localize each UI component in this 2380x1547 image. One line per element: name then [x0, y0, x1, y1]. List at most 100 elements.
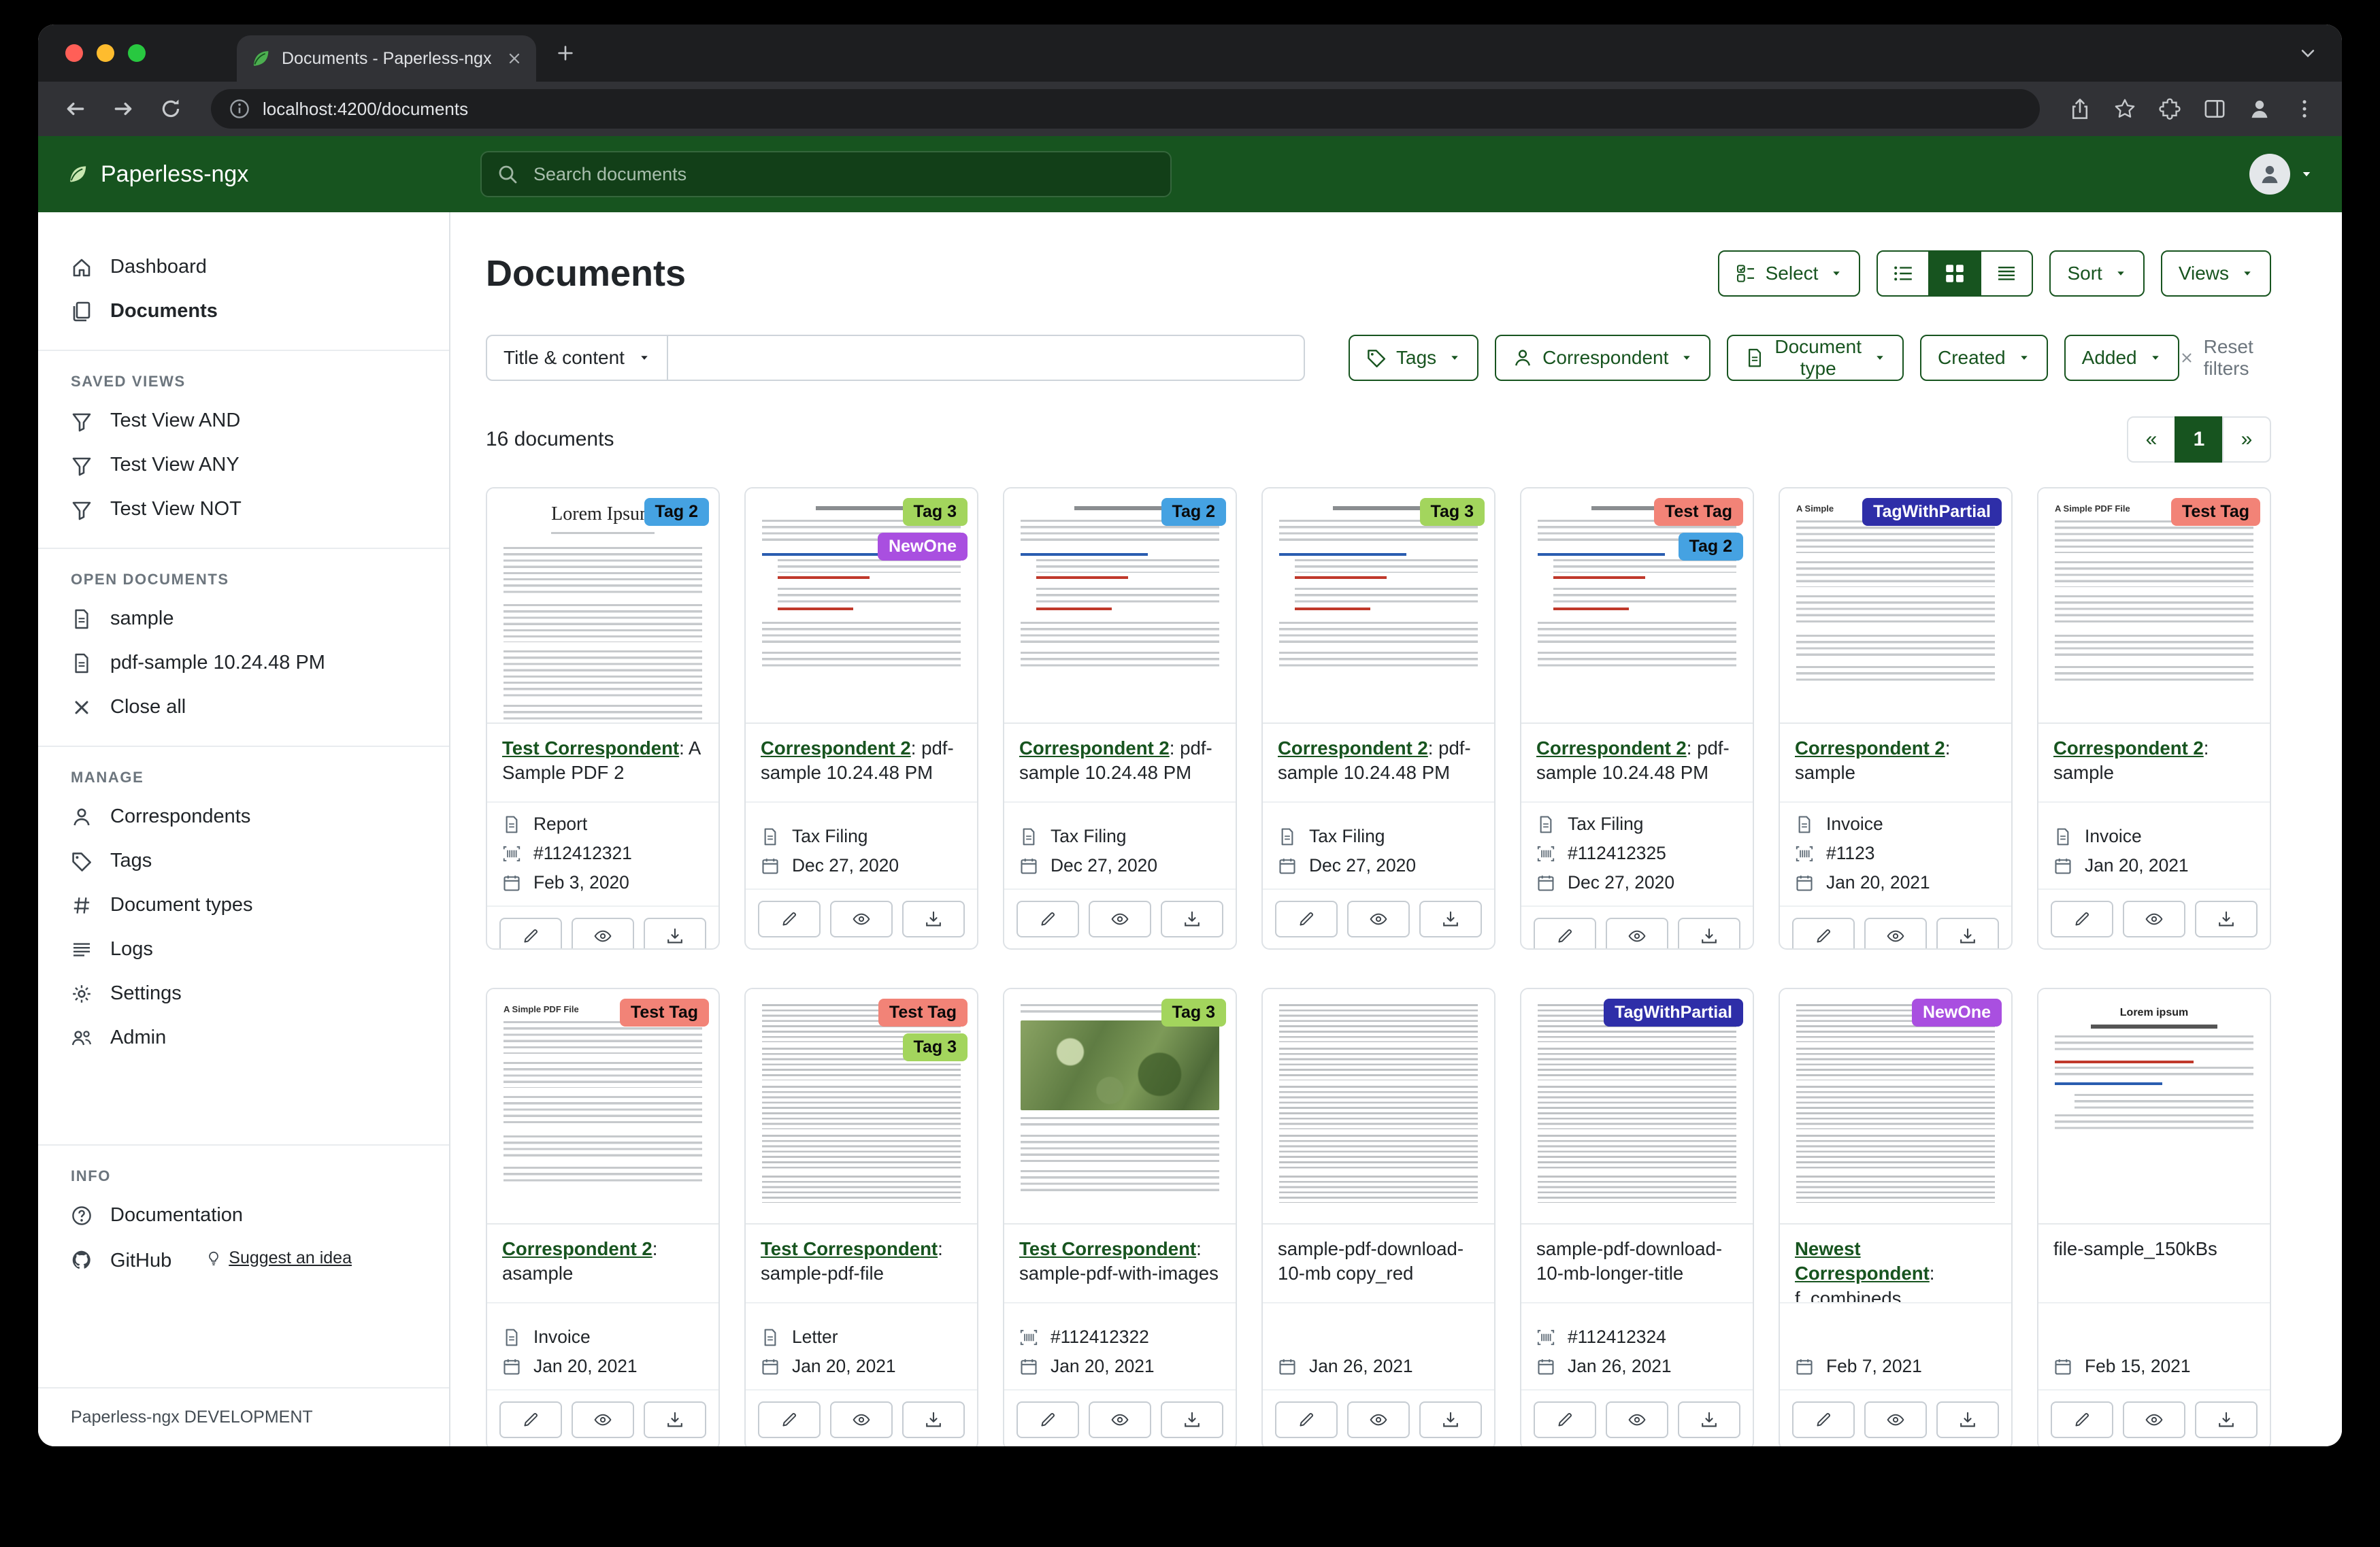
filter-created-button[interactable]: Created: [1920, 335, 2048, 381]
view-document-button[interactable]: [1089, 1401, 1151, 1438]
correspondent-link[interactable]: Correspondent 2: [502, 1238, 652, 1259]
download-document-button[interactable]: [1678, 1401, 1740, 1438]
download-document-button[interactable]: [1936, 1401, 1999, 1438]
reset-filters-button[interactable]: Reset filters: [2179, 336, 2271, 380]
document-thumbnail[interactable]: Tag 3: [1263, 488, 1494, 724]
edit-document-button[interactable]: [499, 918, 562, 950]
document-thumbnail[interactable]: Lorem ipsum: [2038, 989, 2270, 1225]
browser-menu-button[interactable]: [2286, 90, 2323, 127]
edit-document-button[interactable]: [1792, 1401, 1855, 1438]
correspondent-link[interactable]: Correspondent 2: [2053, 737, 2204, 759]
filter-added-button[interactable]: Added: [2064, 335, 2179, 381]
download-document-button[interactable]: [2195, 1401, 2258, 1438]
tag-badge[interactable]: Tag 2: [644, 498, 709, 526]
tag-badge[interactable]: Tag 2: [1679, 533, 1743, 561]
edit-document-button[interactable]: [1017, 1401, 1079, 1438]
title-content-dropdown[interactable]: Title & content: [486, 335, 668, 381]
back-button[interactable]: [57, 90, 94, 127]
view-document-button[interactable]: [572, 918, 634, 950]
correspondent-link[interactable]: Correspondent 2: [761, 737, 911, 759]
tag-badge[interactable]: TagWithPartial: [1862, 498, 2002, 526]
previous-page-button[interactable]: «: [2127, 416, 2176, 463]
download-document-button[interactable]: [1678, 918, 1740, 950]
forward-button[interactable]: [105, 90, 142, 127]
detail-view-button[interactable]: [1980, 250, 2033, 297]
download-document-button[interactable]: [2195, 901, 2258, 937]
profile-button[interactable]: [2241, 90, 2278, 127]
tag-badge[interactable]: Test Tag: [878, 999, 968, 1027]
browser-tab[interactable]: Documents - Paperless-ngx: [237, 35, 536, 82]
edit-document-button[interactable]: [2051, 1401, 2113, 1438]
download-document-button[interactable]: [1161, 1401, 1223, 1438]
view-document-button[interactable]: [1089, 901, 1151, 937]
download-document-button[interactable]: [1936, 918, 1999, 950]
document-card-title[interactable]: Correspondent 2: pdf-sample 10.24.48 PM: [1263, 724, 1494, 803]
address-bar[interactable]: localhost:4200/documents: [211, 89, 2040, 129]
view-document-button[interactable]: [1606, 1401, 1668, 1438]
document-card-title[interactable]: sample-pdf-download-10-mb-longer-title: [1521, 1225, 1753, 1303]
view-document-button[interactable]: [1347, 1401, 1410, 1438]
sort-button[interactable]: Sort: [2049, 250, 2144, 297]
document-thumbnail[interactable]: NewOne: [1780, 989, 2011, 1225]
download-document-button[interactable]: [1161, 901, 1223, 937]
extensions-button[interactable]: [2151, 90, 2188, 127]
side-panel-button[interactable]: [2196, 90, 2233, 127]
filter-document-type-button[interactable]: Document type: [1727, 335, 1904, 381]
download-document-button[interactable]: [1419, 1401, 1482, 1438]
view-document-button[interactable]: [2123, 901, 2185, 937]
grid-view-button[interactable]: [1928, 250, 1981, 297]
edit-document-button[interactable]: [1017, 901, 1079, 937]
sidebar-item-document-types[interactable]: Document types: [38, 883, 449, 927]
document-thumbnail[interactable]: TagWithPartial: [1521, 989, 1753, 1225]
edit-document-button[interactable]: [1534, 1401, 1596, 1438]
document-thumbnail[interactable]: Lorem IpsumTag 2: [487, 488, 718, 724]
edit-document-button[interactable]: [1792, 918, 1855, 950]
view-document-button[interactable]: [1864, 918, 1927, 950]
download-document-button[interactable]: [902, 901, 965, 937]
document-card-title[interactable]: Correspondent 2: sample: [1780, 724, 2011, 803]
document-thumbnail[interactable]: Tag 3: [1004, 989, 1236, 1225]
filter-query-input[interactable]: [668, 335, 1305, 381]
correspondent-link[interactable]: Test Correspondent: [502, 737, 679, 759]
new-tab-button[interactable]: [555, 43, 576, 63]
document-card-title[interactable]: Test Correspondent: sample-pdf-with-imag…: [1004, 1225, 1236, 1303]
tag-badge[interactable]: Tag 3: [903, 498, 968, 526]
correspondent-link[interactable]: Correspondent 2: [1278, 737, 1428, 759]
close-tab-button[interactable]: [506, 50, 523, 67]
document-card-title[interactable]: file-sample_150kBs: [2038, 1225, 2270, 1303]
document-thumbnail[interactable]: Tag 3 NewOne: [746, 488, 977, 724]
document-thumbnail[interactable]: A SimpleTagWithPartial: [1780, 488, 2011, 724]
sidebar-item-tags[interactable]: Tags: [38, 839, 449, 883]
tag-badge[interactable]: Test Tag: [2171, 498, 2260, 526]
tag-badge[interactable]: NewOne: [878, 533, 968, 561]
filter-correspondent-button[interactable]: Correspondent: [1495, 335, 1710, 381]
document-thumbnail[interactable]: Test TagTag 2: [1521, 488, 1753, 724]
sidebar-item-test-view-any[interactable]: Test View ANY: [38, 443, 449, 487]
view-document-button[interactable]: [1864, 1401, 1927, 1438]
sidebar-item-correspondents[interactable]: Correspondents: [38, 795, 449, 839]
edit-document-button[interactable]: [1275, 901, 1338, 937]
sidebar-item-test-view-and[interactable]: Test View AND: [38, 399, 449, 443]
tag-badge[interactable]: NewOne: [1912, 999, 2002, 1027]
document-card-title[interactable]: Correspondent 2: pdf-sample 10.24.48 PM: [746, 724, 977, 803]
select-button[interactable]: Select: [1718, 250, 1861, 297]
tag-badge[interactable]: Tag 3: [1161, 999, 1226, 1027]
next-page-button[interactable]: »: [2222, 416, 2271, 463]
app-brand[interactable]: Paperless-ngx: [67, 161, 453, 188]
edit-document-button[interactable]: [758, 901, 821, 937]
download-document-button[interactable]: [902, 1401, 965, 1438]
document-thumbnail[interactable]: [1263, 989, 1494, 1225]
document-card-title[interactable]: sample-pdf-download-10-mb copy_red: [1263, 1225, 1494, 1303]
document-thumbnail[interactable]: Tag 2: [1004, 488, 1236, 724]
view-document-button[interactable]: [830, 1401, 893, 1438]
views-button[interactable]: Views: [2161, 250, 2271, 297]
search-input[interactable]: [531, 163, 1155, 186]
download-document-button[interactable]: [644, 1401, 706, 1438]
correspondent-link[interactable]: Newest Correspondent: [1795, 1238, 1930, 1284]
correspondent-link[interactable]: Correspondent 2: [1536, 737, 1687, 759]
minimize-window-button[interactable]: [97, 44, 114, 62]
correspondent-link[interactable]: Correspondent 2: [1795, 737, 1945, 759]
document-card-title[interactable]: Test Correspondent: sample-pdf-file: [746, 1225, 977, 1303]
sidebar-item-github[interactable]: GitHubSuggest an idea: [38, 1237, 449, 1283]
tag-badge[interactable]: Tag 3: [903, 1033, 968, 1061]
